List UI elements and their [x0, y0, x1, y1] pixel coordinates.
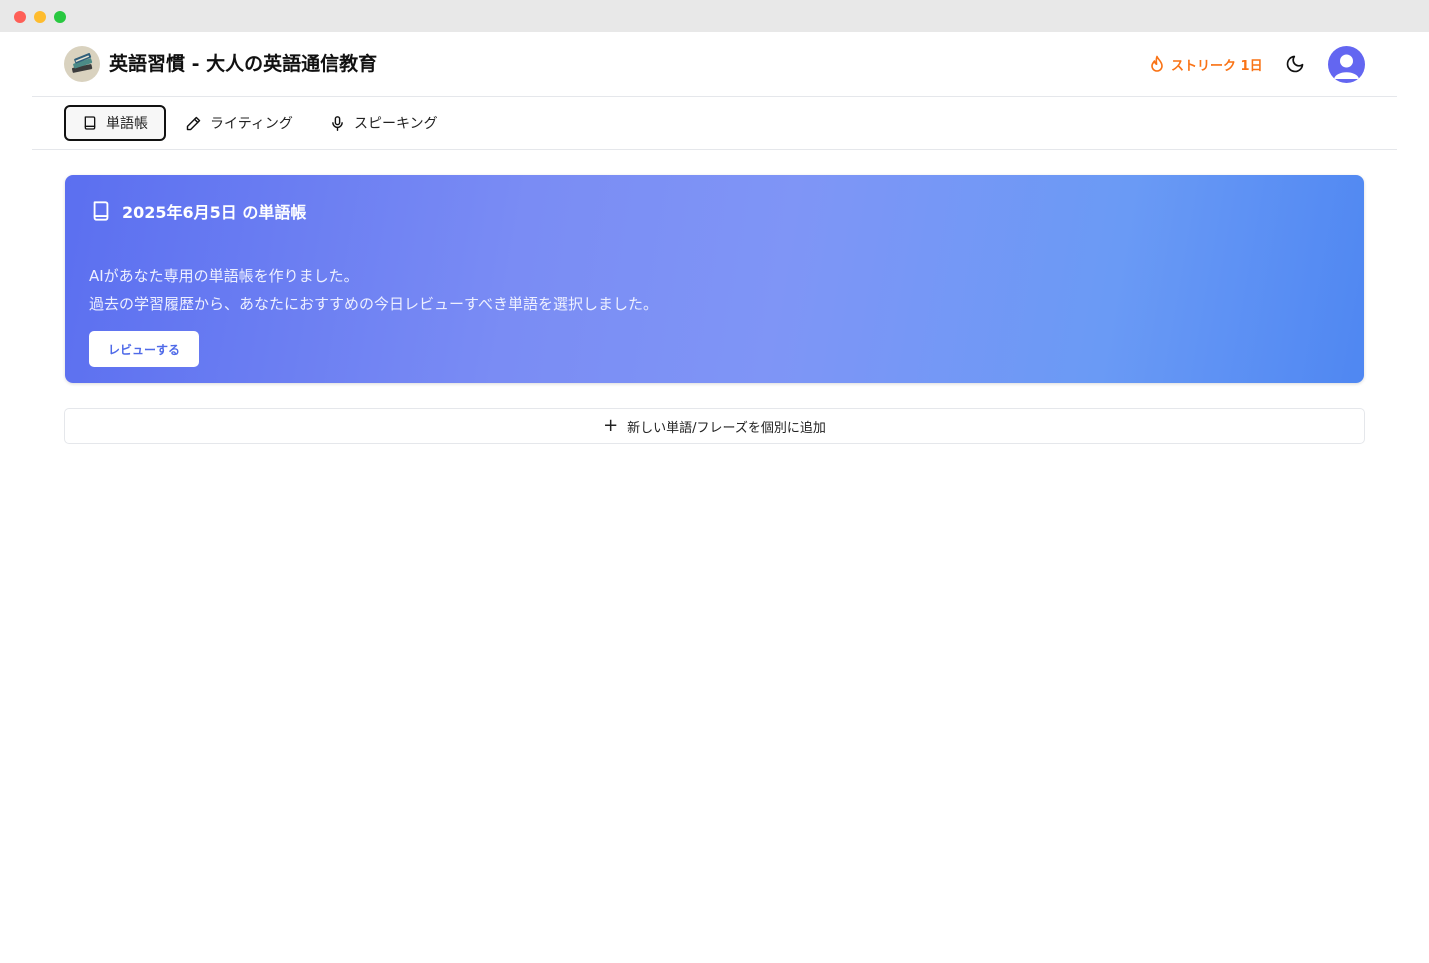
user-avatar-button[interactable]: [1328, 46, 1365, 83]
main-nav: 単語帳 ライティング スピーキング: [32, 97, 1397, 150]
book-icon: [84, 116, 96, 130]
card-title: 2025年6月5日 の単語帳: [90, 199, 306, 223]
tab-vocabulary[interactable]: 単語帳: [64, 105, 166, 141]
add-word-button[interactable]: + 新しい単語/フレーズを個別に追加: [64, 408, 1365, 444]
pencil-icon: [186, 116, 201, 130]
book-icon: [93, 201, 109, 221]
theme-toggle-button[interactable]: [1283, 52, 1307, 76]
add-word-label: 新しい単語/フレーズを個別に追加: [627, 420, 826, 436]
close-window-button[interactable]: [14, 11, 26, 23]
book-stack-icon: [64, 46, 100, 82]
card-description-line1: AIがあなた専用の単語帳を作りました。: [89, 267, 359, 285]
tab-vocabulary-label: 単語帳: [106, 116, 148, 132]
flame-icon: [1151, 55, 1163, 72]
tab-writing[interactable]: ライティング: [185, 105, 293, 141]
review-button[interactable]: レビューする: [89, 331, 199, 367]
app-header: 英語習慣 - 大人の英語通信教育 ストリーク 1日: [32, 32, 1397, 97]
plus-icon: +: [603, 415, 619, 436]
minimize-window-button[interactable]: [34, 11, 46, 23]
microphone-icon: [332, 115, 343, 131]
tab-speaking[interactable]: スピーキング: [329, 105, 438, 141]
streak-indicator: ストリーク 1日: [1149, 53, 1263, 75]
maximize-window-button[interactable]: [54, 11, 66, 23]
card-title-text: 2025年6月5日 の単語帳: [122, 203, 307, 222]
user-avatar-icon: [1334, 54, 1359, 79]
app-title: 英語習慣 - 大人の英語通信教育: [109, 53, 378, 75]
window-titlebar: [0, 0, 1429, 32]
tab-speaking-label: スピーキング: [354, 116, 438, 132]
daily-vocabulary-card: 2025年6月5日 の単語帳 AIがあなた専用の単語帳を作りました。 過去の学習…: [65, 175, 1364, 383]
tab-writing-label: ライティング: [210, 116, 293, 132]
card-description-line2: 過去の学習履歴から、あなたにおすすめの今日レビューすべき単語を選択しました。: [89, 295, 658, 313]
moon-icon: [1286, 55, 1304, 73]
app-window: 英語習慣 - 大人の英語通信教育 ストリーク 1日 単語帳 ライティング スピー…: [0, 0, 1429, 963]
streak-label: ストリーク 1日: [1171, 58, 1263, 74]
